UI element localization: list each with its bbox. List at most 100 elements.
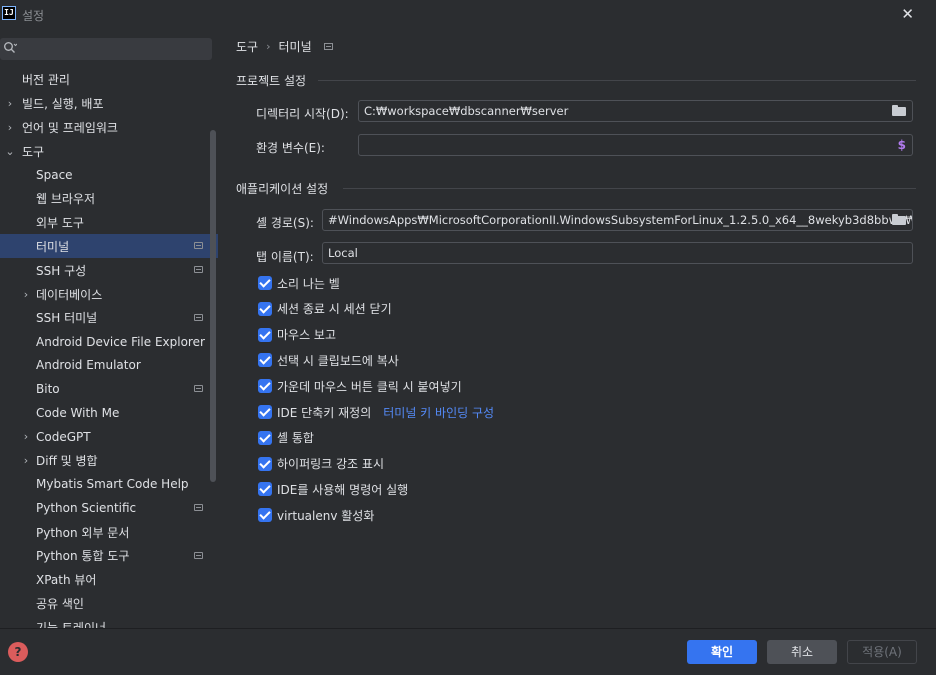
- sidebar-item[interactable]: Python 외부 문서: [0, 520, 218, 544]
- settings-sidebar: 버전 관리 › 빌드, 실행, 배포 › 언어 및 프레임워크 ⌄ 도구 Space 웹 브라우…: [0, 30, 218, 628]
- sidebar-item[interactable]: Python Scientific: [0, 496, 218, 520]
- sidebar-item[interactable]: 기능 트레이너: [0, 615, 218, 628]
- sidebar-item[interactable]: 웹 브라우저: [0, 187, 218, 211]
- option-checkbox[interactable]: [258, 353, 272, 368]
- option-checkbox[interactable]: [258, 379, 272, 394]
- sidebar-item[interactable]: Python 통합 도구: [0, 544, 218, 568]
- folder-icon[interactable]: [892, 105, 906, 116]
- app-logo-icon: IJ: [2, 6, 16, 20]
- search-icon: [4, 42, 17, 53]
- shell-path-label: 셸 경로(S):: [256, 216, 314, 230]
- cancel-button[interactable]: 취소: [767, 640, 837, 664]
- sidebar-item[interactable]: › Diff 및 병합: [0, 449, 218, 473]
- option-label[interactable]: 셸 통합: [277, 429, 314, 446]
- dialog-footer: ? 확인 취소 적용(A): [0, 628, 936, 675]
- sidebar-item[interactable]: › 빌드, 실행, 배포: [0, 91, 218, 115]
- keybinding-link[interactable]: 터미널 키 바인딩 구성: [383, 404, 494, 421]
- chevron-right-icon[interactable]: ›: [5, 97, 15, 110]
- sidebar-item-label: Python Scientific: [36, 501, 137, 516]
- chevron-right-icon[interactable]: ›: [21, 454, 31, 467]
- option-checkbox[interactable]: [258, 276, 272, 290]
- sidebar-item[interactable]: › CodeGPT: [0, 425, 218, 449]
- option-label[interactable]: 하이퍼링크 강조 표시: [277, 455, 384, 472]
- project-level-icon: [194, 242, 203, 250]
- sidebar-item[interactable]: Code With Me: [0, 401, 218, 425]
- chevron-right-icon[interactable]: ›: [21, 430, 31, 443]
- sidebar-item-label: CodeGPT: [36, 429, 91, 444]
- sidebar-item[interactable]: › 데이터베이스: [0, 282, 218, 306]
- sidebar-item-terminal[interactable]: 터미널: [0, 234, 218, 259]
- env-vars-icon[interactable]: $: [898, 139, 906, 151]
- env-vars-label: 환경 변수(E):: [256, 141, 325, 155]
- option-label[interactable]: IDE 단축키 재정의: [277, 404, 371, 421]
- env-vars-field[interactable]: $: [358, 134, 913, 156]
- sidebar-item-label: 버전 관리: [22, 72, 70, 87]
- sidebar-item-label: Android Emulator: [36, 358, 141, 373]
- start-dir-field[interactable]: C:₩workspace₩dbscanner₩server: [358, 100, 913, 122]
- sidebar-item-label: Code With Me: [36, 406, 120, 420]
- sidebar-item[interactable]: Android Emulator: [0, 353, 218, 377]
- chevron-right-icon[interactable]: ›: [5, 121, 15, 134]
- sidebar-item[interactable]: Space: [0, 163, 218, 187]
- sidebar-item-label: 외부 도구: [36, 216, 84, 231]
- sidebar-item[interactable]: ⌄ 도구: [0, 139, 218, 163]
- chevron-right-icon[interactable]: ›: [21, 288, 31, 301]
- option-label[interactable]: 세션 종료 시 세션 닫기: [277, 300, 392, 317]
- option-label[interactable]: IDE를 사용해 명령어 실행: [277, 481, 408, 498]
- sidebar-item[interactable]: SSH 터미널: [0, 306, 218, 330]
- option-row: IDE를 사용해 명령어 실행: [258, 480, 408, 498]
- apply-button[interactable]: 적용(A): [847, 640, 917, 664]
- option-row: 마우스 보고: [258, 326, 336, 344]
- shell-path-field[interactable]: #WindowsApps₩MicrosoftCorporationII.Wind…: [322, 209, 913, 231]
- sidebar-item[interactable]: SSH 구성: [0, 258, 218, 282]
- section-divider: [343, 188, 916, 189]
- option-row: 하이퍼링크 강조 표시: [258, 455, 384, 473]
- option-checkbox[interactable]: [258, 508, 272, 523]
- sidebar-item[interactable]: Mybatis Smart Code Help: [0, 472, 218, 496]
- sidebar-item[interactable]: › 언어 및 프레임워크: [0, 115, 218, 139]
- option-checkbox[interactable]: [258, 301, 272, 316]
- shell-path-value: #WindowsApps₩MicrosoftCorporationII.Wind…: [328, 213, 913, 227]
- sidebar-item[interactable]: Bito: [0, 377, 218, 401]
- breadcrumb-parent[interactable]: 도구: [236, 38, 258, 55]
- option-row: 셸 통합: [258, 429, 314, 447]
- option-label[interactable]: 선택 시 클립보드에 복사: [277, 352, 399, 369]
- start-dir-value: C:₩workspace₩dbscanner₩server: [364, 104, 569, 118]
- sidebar-item-label: 공유 색인: [36, 596, 84, 611]
- sidebar-item[interactable]: 공유 색인: [0, 591, 218, 615]
- option-checkbox[interactable]: [258, 456, 272, 471]
- option-row: 선택 시 클립보드에 복사: [258, 351, 399, 369]
- sidebar-item-label: 언어 및 프레임워크: [22, 120, 118, 135]
- option-row: virtualenv 활성화: [258, 506, 374, 524]
- settings-search-input[interactable]: [0, 38, 212, 60]
- sidebar-item[interactable]: Android Device File Explorer: [0, 330, 218, 354]
- chevron-down-icon[interactable]: ⌄: [5, 145, 15, 158]
- option-label[interactable]: 소리 나는 벨: [277, 275, 340, 292]
- sidebar-item-label: 빌드, 실행, 배포: [22, 96, 104, 111]
- sidebar-item-label: Space: [36, 168, 73, 182]
- close-icon[interactable]: ✕: [901, 5, 914, 23]
- option-checkbox[interactable]: [258, 430, 272, 445]
- option-label[interactable]: 가운데 마우스 버튼 클릭 시 붙여넣기: [277, 378, 462, 395]
- help-button[interactable]: ?: [8, 642, 28, 662]
- sidebar-item[interactable]: 외부 도구: [0, 211, 218, 235]
- option-label[interactable]: virtualenv 활성화: [277, 507, 374, 524]
- sidebar-item[interactable]: 버전 관리: [0, 67, 218, 91]
- option-checkbox[interactable]: [258, 405, 272, 419]
- folder-icon[interactable]: [892, 214, 906, 225]
- sidebar-item[interactable]: XPath 뷰어: [0, 568, 218, 592]
- ok-button[interactable]: 확인: [687, 640, 757, 664]
- sidebar-item-label: 기능 트레이너: [36, 620, 107, 628]
- tab-name-field[interactable]: Local: [322, 242, 913, 264]
- option-row: IDE 단축키 재정의 터미널 키 바인딩 구성: [258, 403, 494, 421]
- sidebar-item-label: Mybatis Smart Code Help: [36, 477, 189, 492]
- option-checkbox[interactable]: [258, 327, 272, 342]
- project-level-icon: [194, 504, 203, 512]
- project-level-icon: [323, 43, 333, 50]
- option-checkbox[interactable]: [258, 482, 272, 497]
- option-label[interactable]: 마우스 보고: [277, 326, 336, 343]
- window-title: 설정: [22, 9, 45, 23]
- sidebar-scrollbar[interactable]: [210, 130, 216, 482]
- project-settings-title: 프로젝트 설정: [236, 74, 307, 88]
- sidebar-item-label: 웹 브라우저: [36, 192, 96, 207]
